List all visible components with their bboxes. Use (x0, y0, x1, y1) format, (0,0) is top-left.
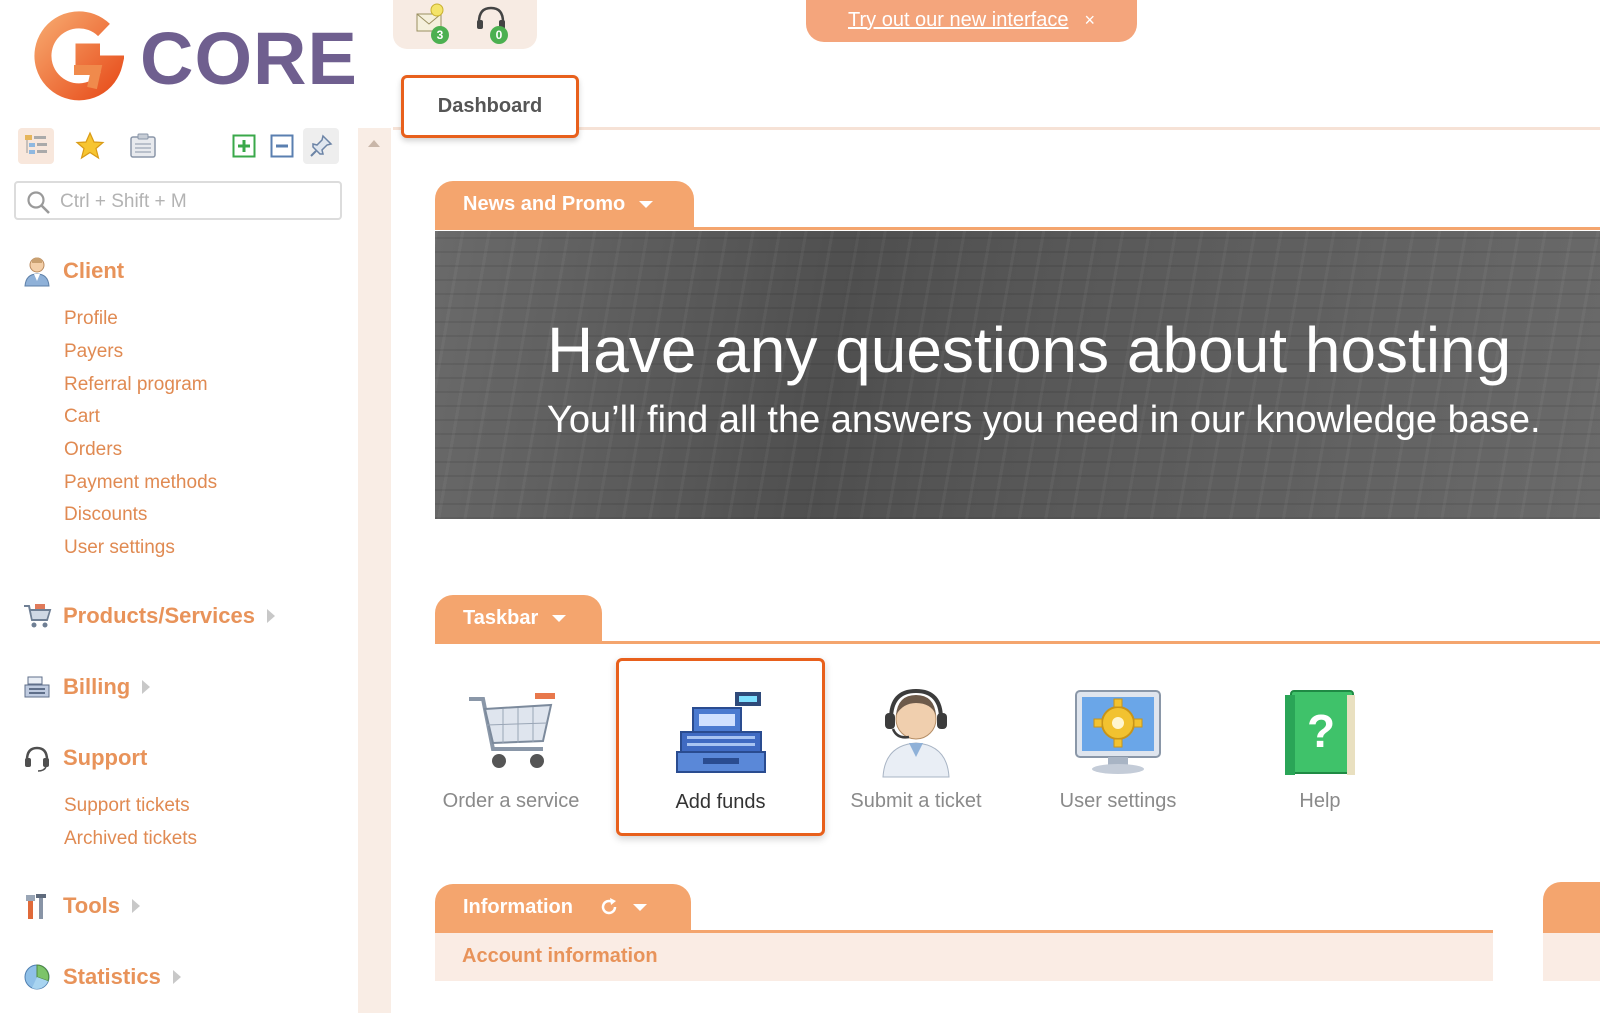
sidebar-item-discounts[interactable]: Discounts (64, 504, 147, 526)
nav-section-label: Products/Services (63, 603, 255, 628)
chevron-right-icon (266, 609, 275, 623)
promo-banner: Try out our new interface × (806, 0, 1137, 42)
caret-down-icon[interactable] (633, 903, 647, 911)
tree-icon (25, 135, 47, 154)
sidebar-splitter[interactable] (358, 128, 391, 1013)
caret-down-icon (552, 614, 567, 622)
sidebar-item-payment-methods[interactable]: Payment methods (64, 472, 217, 494)
sidebar-item-support-tickets[interactable]: Support tickets (64, 795, 190, 817)
sidebar-item-archived-tickets[interactable]: Archived tickets (64, 828, 197, 850)
user-icon (20, 254, 54, 288)
account-info-heading: Account information (462, 945, 658, 967)
brand-name: CORE (140, 17, 358, 100)
collapse-up-icon[interactable] (368, 140, 380, 147)
messages-count-badge: 3 (431, 26, 449, 44)
star-icon (75, 131, 105, 160)
plus-box-icon (232, 134, 256, 158)
panel-title: Information (463, 895, 573, 918)
pin-icon (310, 134, 333, 157)
sidebar-item-user-settings[interactable]: User settings (64, 537, 175, 559)
caret-down-icon (639, 200, 654, 208)
sidebar-item-orders[interactable]: Orders (64, 439, 122, 461)
tab-dashboard[interactable]: Dashboard (401, 75, 579, 138)
task-label: Order a service (442, 790, 580, 812)
task-add-funds[interactable]: Add funds (616, 658, 825, 836)
minus-box-icon (270, 134, 294, 158)
nav-section-label: Client (63, 258, 125, 283)
task-label: User settings (1059, 790, 1177, 812)
close-icon[interactable]: × (1084, 10, 1095, 31)
secondary-panel-header[interactable] (1543, 882, 1600, 934)
cart-icon (20, 599, 54, 633)
chevron-right-icon (132, 899, 141, 913)
svg-text:?: ? (1307, 705, 1335, 757)
new-interface-link[interactable]: Try out our new interface (848, 9, 1068, 32)
pin-sidebar-button[interactable] (303, 128, 339, 164)
sidebar-item-cart[interactable]: Cart (64, 406, 100, 428)
panel-divider (435, 227, 1600, 230)
pie-chart-icon (20, 960, 54, 994)
task-label: Help (1299, 790, 1341, 812)
information-panel-header[interactable]: Information (435, 884, 691, 930)
panel-divider (435, 641, 1600, 644)
news-banner[interactable]: Have any questions about hosting You’ll … (435, 231, 1600, 519)
secondary-panel-bar (1543, 933, 1600, 981)
taskbar-panel-header[interactable]: Taskbar (435, 595, 602, 641)
panel-title: Taskbar (463, 606, 539, 629)
collapse-all-button[interactable] (264, 128, 300, 164)
account-info-header: Account information (435, 933, 1493, 981)
nav-section-label: Billing (63, 674, 131, 699)
cash-register-icon (671, 683, 771, 783)
menu-search-box (14, 181, 342, 220)
help-book-icon: ? (1270, 682, 1370, 782)
tree-view-button[interactable] (18, 128, 54, 164)
nav-section-support[interactable]: Support (20, 741, 147, 775)
nav-section-label: Statistics (63, 964, 161, 989)
task-label: Add funds (675, 791, 766, 813)
clipboard-button[interactable] (125, 128, 161, 164)
nav-section-label: Tools (63, 893, 121, 918)
chevron-right-icon (142, 680, 151, 694)
clipboard-icon (130, 133, 156, 158)
task-label: Submit a ticket (850, 790, 982, 812)
sidebar-item-referral-program[interactable]: Referral program (64, 374, 208, 396)
task-submit-ticket[interactable]: Submit a ticket (816, 662, 1016, 832)
chevron-right-icon (172, 970, 181, 984)
refresh-icon[interactable] (599, 897, 619, 917)
news-subline: You’ll find all the answers you need in … (547, 399, 1541, 441)
menu-search-input[interactable] (58, 187, 332, 217)
task-order-service[interactable]: Order a service (411, 662, 611, 832)
headset-icon (20, 741, 54, 775)
notification-area: 3 0 (393, 0, 537, 49)
favorites-button[interactable] (72, 128, 108, 164)
news-headline: Have any questions about hosting (547, 314, 1512, 386)
news-promo-panel-header[interactable]: News and Promo (435, 181, 694, 227)
monitor-gear-icon (1068, 682, 1168, 782)
support-count-badge: 0 (490, 26, 508, 44)
nav-section-products-services[interactable]: Products/Services (20, 599, 275, 633)
nav-section-billing[interactable]: Billing (20, 670, 151, 704)
support-button[interactable]: 0 (473, 0, 515, 44)
cash-register-icon (20, 670, 54, 704)
sidebar-item-profile[interactable]: Profile (64, 308, 118, 330)
tools-icon (20, 889, 54, 923)
expand-all-button[interactable] (226, 128, 262, 164)
task-user-settings[interactable]: User settings (1018, 662, 1218, 832)
nav-section-statistics[interactable]: Statistics (20, 960, 181, 994)
logo-icon (34, 8, 125, 108)
panel-title: News and Promo (463, 192, 626, 215)
support-agent-icon (866, 682, 966, 782)
shopping-cart-icon (461, 682, 561, 782)
nav-section-client[interactable]: Client (20, 254, 124, 288)
nav-section-tools[interactable]: Tools (20, 889, 141, 923)
sidebar: CORE Ctrl + Shift + M Client Profile Pay… (0, 0, 358, 1013)
search-icon (27, 191, 50, 214)
messages-button[interactable]: 3 (415, 0, 457, 44)
sidebar-item-payers[interactable]: Payers (64, 341, 123, 363)
task-help[interactable]: ? Help (1220, 662, 1420, 832)
nav-section-label: Support (63, 745, 148, 770)
